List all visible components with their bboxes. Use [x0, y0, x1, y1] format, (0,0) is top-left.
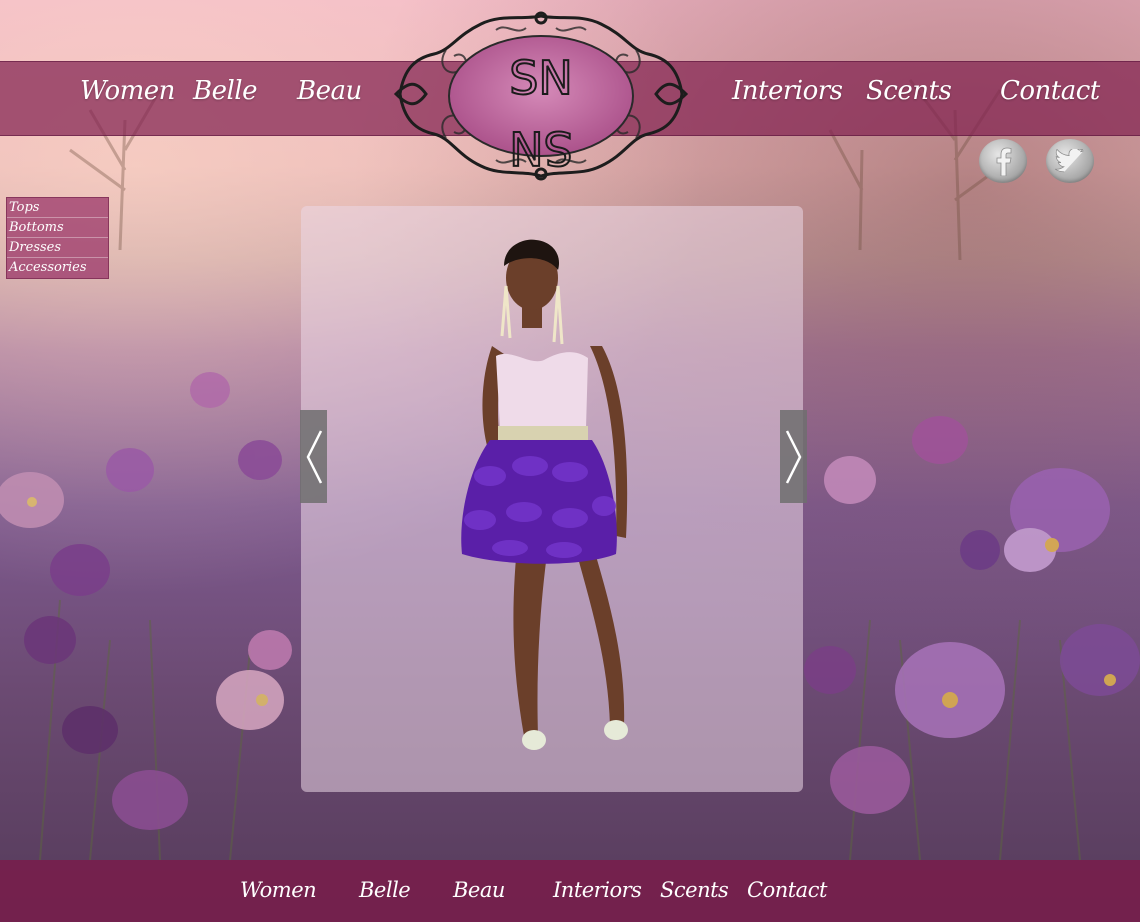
gallery-next-button[interactable]: [780, 410, 807, 503]
footer-link-beau[interactable]: Beau: [453, 878, 505, 902]
footer-link-interiors[interactable]: Interiors: [553, 878, 642, 902]
nav-link-scents[interactable]: Scents: [866, 76, 952, 106]
gallery-prev-button[interactable]: [300, 410, 327, 503]
sidebar-item-bottoms[interactable]: Bottoms: [7, 218, 108, 238]
svg-text:SN: SN: [509, 121, 573, 175]
facebook-icon[interactable]: [979, 139, 1027, 183]
footer-link-women[interactable]: Women: [240, 878, 317, 902]
nav-link-belle[interactable]: Belle: [193, 76, 258, 106]
footer-link-belle[interactable]: Belle: [359, 878, 411, 902]
product-photo-model-feather-dress: [461, 239, 628, 750]
sidebar-item-accessories[interactable]: Accessories: [7, 258, 108, 276]
brand-logo[interactable]: SN SN: [386, 10, 696, 182]
nav-link-interiors[interactable]: Interiors: [732, 76, 843, 106]
sidebar-item-tops[interactable]: Tops: [7, 198, 108, 218]
chevron-left-icon: [306, 429, 322, 484]
category-sidebar: Tops Bottoms Dresses Accessories: [6, 197, 109, 279]
chevron-right-icon: [785, 429, 801, 484]
nav-link-contact[interactable]: Contact: [1000, 76, 1100, 106]
svg-text:SN: SN: [509, 51, 573, 105]
nav-link-women[interactable]: Women: [80, 76, 175, 106]
footer-link-contact[interactable]: Contact: [747, 878, 827, 902]
sidebar-item-dresses[interactable]: Dresses: [7, 238, 108, 258]
footer-link-scents[interactable]: Scents: [660, 878, 729, 902]
twitter-icon[interactable]: [1046, 139, 1094, 183]
nav-link-beau[interactable]: Beau: [297, 76, 362, 106]
